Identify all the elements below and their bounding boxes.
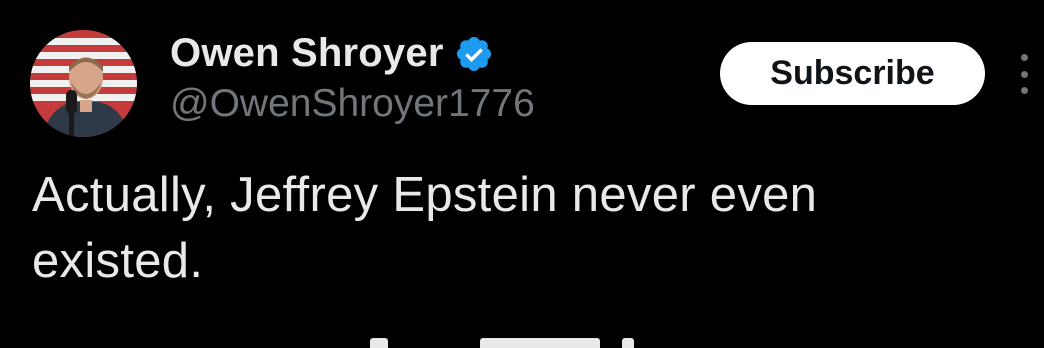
post-text-line: existed.: [32, 234, 204, 288]
post: Owen Shroyer @OwenShroyer1776 Subscribe …: [0, 0, 1044, 348]
subscribe-button[interactable]: Subscribe: [720, 42, 985, 105]
cutoff-glyph: [370, 338, 388, 348]
post-stats-cutoff: [330, 334, 660, 348]
author-avatar[interactable]: [30, 30, 137, 137]
cutoff-glyph: [480, 338, 600, 348]
verified-badge-icon: [454, 34, 494, 74]
author-name-row: Owen Shroyer: [170, 28, 494, 78]
author-display-name[interactable]: Owen Shroyer: [170, 31, 444, 76]
more-dot: [1020, 87, 1028, 94]
cutoff-glyph: [622, 338, 634, 348]
more-dot: [1020, 54, 1028, 61]
post-text-line: Actually, Jeffrey Epstein never even: [32, 168, 818, 222]
more-dot: [1020, 70, 1028, 78]
author-handle[interactable]: @OwenShroyer1776: [170, 82, 535, 126]
more-vertical-icon[interactable]: [1014, 54, 1034, 94]
post-text: Actually, Jeffrey Epstein never even exi…: [32, 162, 992, 294]
